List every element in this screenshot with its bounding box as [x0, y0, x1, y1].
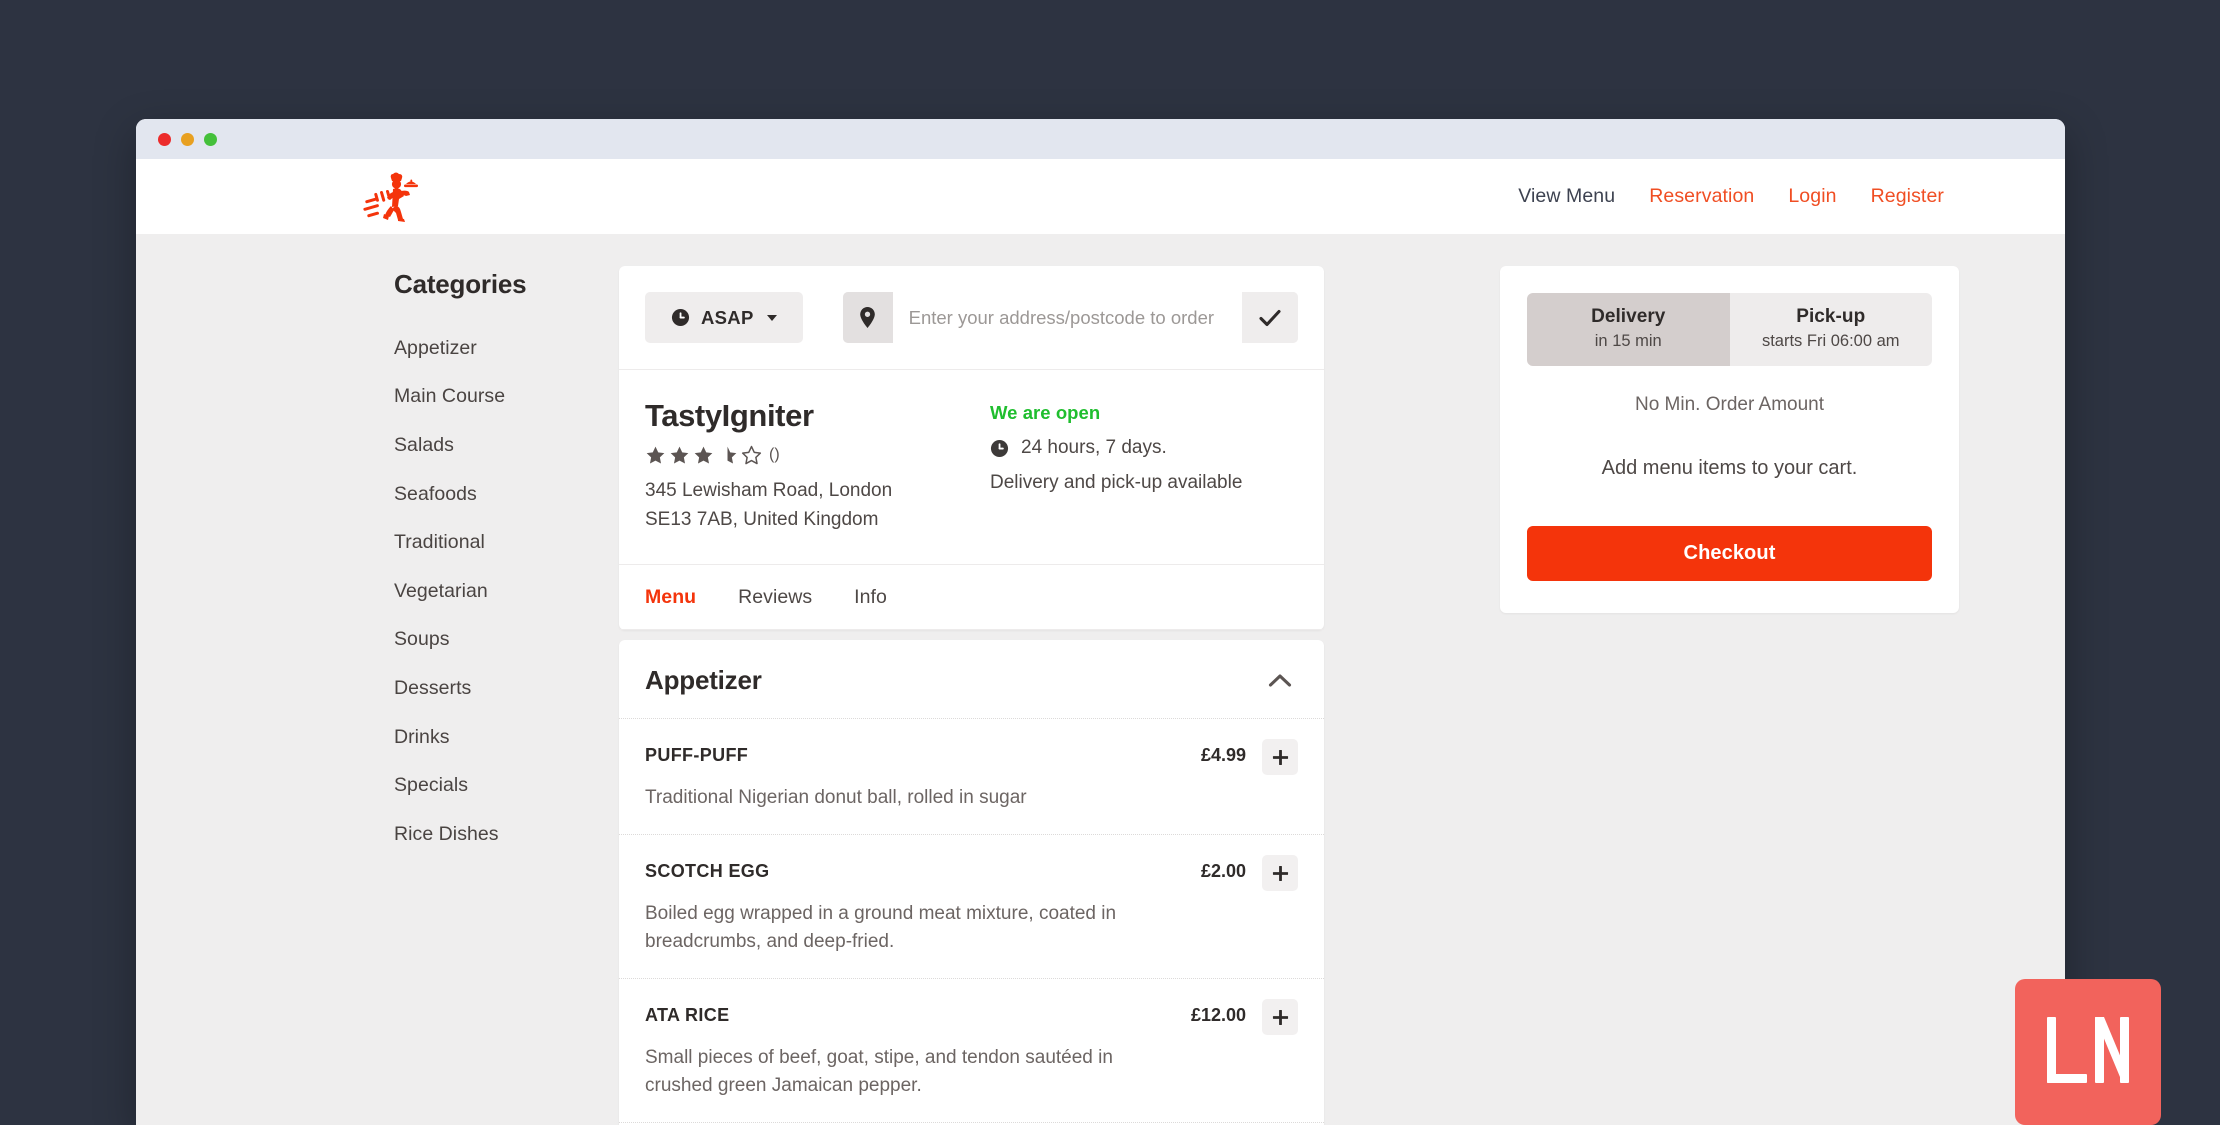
restaurant-info: TastyIgniter () 345 Lewisham Road, Londo…: [619, 370, 1324, 566]
order-time-label: ASAP: [701, 306, 754, 328]
restaurant-address: 345 Lewisham Road, London SE13 7AB, Unit…: [645, 477, 923, 535]
categories-title: Categories: [394, 269, 527, 299]
menu-item-price: £12.00: [1190, 1005, 1246, 1026]
plus-icon: [1272, 749, 1288, 765]
rating-stars: (): [645, 445, 990, 466]
plus-icon: [1272, 865, 1288, 881]
order-time-dropdown[interactable]: ASAP: [645, 292, 803, 343]
pickup-mode-eta: starts Fri 06:00 am: [1761, 332, 1900, 350]
content-tabs: Menu Reviews Info: [619, 565, 1324, 631]
star-half-icon: [727, 446, 737, 464]
close-window-button[interactable]: [158, 132, 171, 146]
delivery-mode-button[interactable]: Delivery in 15 min: [1527, 293, 1730, 366]
checkout-button[interactable]: Checkout: [1527, 526, 1932, 581]
minimum-order-text: No Min. Order Amount: [1634, 394, 1825, 415]
availability-text: Delivery and pick-up available: [990, 472, 1243, 493]
restaurant-identity: TastyIgniter () 345 Lewisham Road, Londo…: [645, 398, 990, 534]
chevron-up-icon: [1268, 674, 1292, 687]
restaurant-name: TastyIgniter: [645, 398, 814, 433]
menu-item[interactable]: ATA RICE £12.00 Small pieces of beef, go…: [619, 978, 1324, 1122]
categories-list: Appetizer Main Course Salads Seafoods Tr…: [394, 324, 624, 859]
menu-section-collapse-button[interactable]: [1262, 667, 1298, 694]
add-to-cart-button[interactable]: [1262, 739, 1298, 776]
sidebar-item-soups[interactable]: Soups: [394, 616, 624, 665]
address-search-group: [842, 292, 1298, 343]
pickup-mode-label: Pick-up: [1796, 306, 1866, 327]
add-to-cart-button[interactable]: [1262, 855, 1298, 892]
star-empty-icon: [741, 445, 762, 464]
nav-item-login[interactable]: Login: [1788, 185, 1836, 208]
menu-item-description: Boiled egg wrapped in a ground meat mixt…: [645, 903, 1117, 953]
clock-icon: [671, 308, 690, 327]
sidebar-item-main-course[interactable]: Main Course: [394, 373, 624, 422]
nav-item-reservation[interactable]: Reservation: [1649, 185, 1754, 208]
menu-item-name: SCOTCH EGG: [645, 861, 770, 882]
tab-reviews[interactable]: Reviews: [738, 586, 812, 609]
check-icon: [1259, 309, 1281, 326]
site-header: View Menu Reservation Login Register: [136, 159, 2065, 234]
sidebar-item-seafoods[interactable]: Seafoods: [394, 470, 624, 519]
main-navigation: View Menu Reservation Login Register: [1518, 185, 2029, 208]
menu-section-title: Appetizer: [645, 665, 762, 696]
nav-item-register[interactable]: Register: [1871, 185, 1944, 208]
plus-icon: [1272, 1009, 1288, 1025]
cart-column: Delivery in 15 min Pick-up starts Fri 06…: [1500, 266, 1959, 613]
sidebar-item-vegetarian[interactable]: Vegetarian: [394, 567, 624, 616]
clock-icon: [990, 439, 1009, 457]
opening-hours-text: 24 hours, 7 days.: [1021, 437, 1167, 458]
delivery-mode-eta: in 15 min: [1594, 332, 1662, 350]
open-status-text: We are open: [990, 402, 1101, 423]
cart-empty-message: Add menu items to your cart.: [1601, 457, 1858, 479]
center-column: ASAP Enter your address/postcode to orde…: [619, 266, 1324, 1125]
sidebar-item-specials[interactable]: Specials: [394, 761, 624, 810]
cart-panel: Delivery in 15 min Pick-up starts Fri 06…: [1500, 266, 1959, 613]
maximize-window-button[interactable]: [204, 132, 217, 146]
restaurant-card: ASAP Enter your address/postcode to orde…: [619, 266, 1324, 631]
order-options-bar: ASAP: [619, 266, 1324, 370]
tab-info[interactable]: Info: [854, 586, 887, 609]
sidebar-item-desserts[interactable]: Desserts: [394, 664, 624, 713]
menu-section-header: Appetizer: [619, 640, 1324, 718]
categories-sidebar: Categories Appetizer Main Course Salads …: [394, 269, 624, 859]
location-pin-icon: [842, 292, 893, 343]
address-confirm-button[interactable]: [1242, 292, 1298, 343]
browser-titlebar: [136, 119, 2065, 159]
sidebar-item-traditional[interactable]: Traditional: [394, 518, 624, 567]
star-full-icon: [670, 446, 689, 464]
chevron-down-icon: [766, 314, 777, 321]
address-input[interactable]: [892, 292, 1242, 343]
sidebar-item-salads[interactable]: Salads: [394, 421, 624, 470]
tab-menu[interactable]: Menu: [645, 586, 696, 609]
menu-item-price: £2.00: [1200, 861, 1246, 882]
page-body: Categories Appetizer Main Course Salads …: [136, 234, 2065, 1125]
menu-item-name: PUFF-PUFF: [645, 745, 749, 766]
restaurant-status: We are open 24 hours, 7 days. Delivery a…: [990, 398, 1298, 534]
add-to-cart-button[interactable]: [1262, 999, 1298, 1036]
sidebar-item-drinks[interactable]: Drinks: [394, 713, 624, 762]
menu-item-description: Traditional Nigerian donut ball, rolled …: [645, 787, 1027, 809]
address-line-2: 7AB, United Kingdom: [696, 508, 879, 530]
star-full-icon: [694, 446, 713, 464]
delivery-mode-label: Delivery: [1591, 306, 1666, 327]
sidebar-item-appetizer[interactable]: Appetizer: [394, 324, 624, 373]
site-logo[interactable]: [361, 170, 423, 224]
pickup-mode-button[interactable]: Pick-up starts Fri 06:00 am: [1729, 293, 1932, 366]
browser-window: View Menu Reservation Login Register Cat…: [136, 119, 2065, 1125]
menu-item[interactable]: PUFF-PUFF £4.99 Traditional Nigerian don…: [619, 718, 1324, 834]
running-waiter-logo-icon: [363, 172, 418, 222]
menu-item-price: £4.99: [1200, 745, 1246, 766]
opening-hours-row: 24 hours, 7 days.: [990, 437, 1298, 459]
sidebar-item-rice-dishes[interactable]: Rice Dishes: [394, 810, 624, 859]
menu-item-name: ATA RICE: [645, 1005, 730, 1026]
star-full-icon: [646, 446, 665, 464]
ln-badge[interactable]: [2015, 979, 2161, 1125]
rating-count: (): [769, 446, 780, 464]
minimize-window-button[interactable]: [181, 132, 194, 146]
nav-item-view-menu[interactable]: View Menu: [1518, 185, 1615, 208]
ln-logo-icon: [2047, 1017, 2129, 1083]
menu-item-description: Small pieces of beef, goat, stipe, and t…: [645, 1047, 1113, 1097]
menu-card: Appetizer PUFF-PUFF £4.99 Traditional Ni…: [619, 640, 1324, 1125]
order-mode-toggle: Delivery in 15 min Pick-up starts Fri 06…: [1527, 293, 1932, 366]
menu-item[interactable]: SCOTCH EGG £2.00 Boiled egg wrapped in a…: [619, 834, 1324, 978]
